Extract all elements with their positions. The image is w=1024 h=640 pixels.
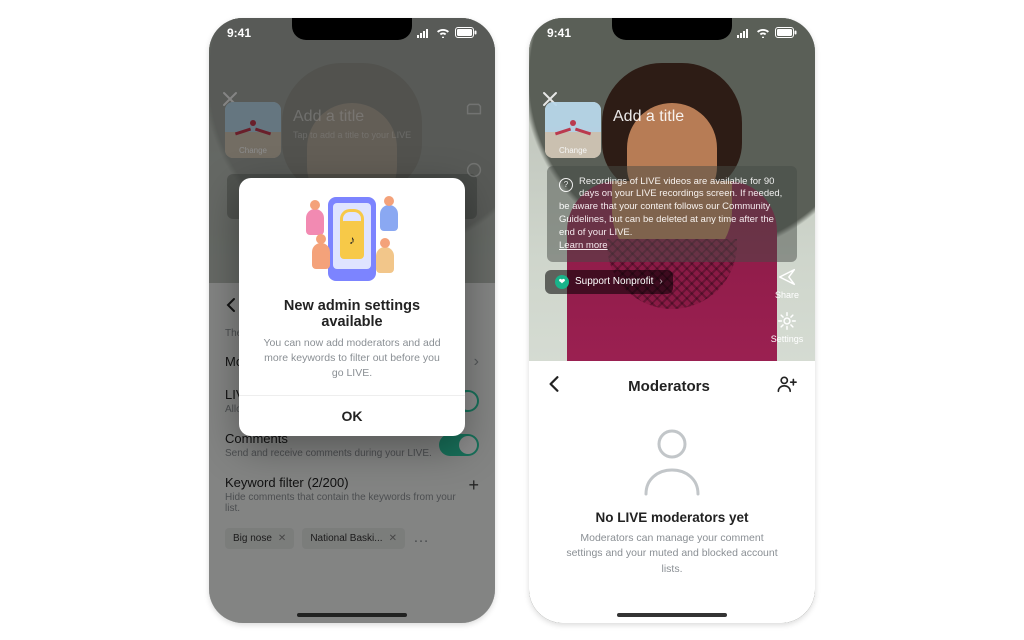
share-button[interactable]: Share <box>767 266 807 300</box>
learn-more-link[interactable]: Learn more <box>559 240 608 251</box>
phone-left: 9:41 Change Add a title Tap to add a tit… <box>209 18 495 623</box>
modal-title: New admin settings available <box>253 298 451 330</box>
empty-user-icon <box>640 424 704 496</box>
heart-icon: ❤ <box>555 275 569 289</box>
settings-button[interactable]: Settings <box>767 310 807 344</box>
live-title-input[interactable]: Add a title <box>613 108 684 126</box>
back-icon[interactable] <box>547 375 561 398</box>
support-nonprofit-pill[interactable]: ❤ Support Nonprofit › <box>545 270 673 294</box>
cover-thumbnail[interactable]: Change <box>545 102 601 158</box>
notch <box>612 18 732 40</box>
notch <box>292 18 412 40</box>
modal-illustration: ♪ <box>239 184 465 294</box>
moderators-sheet: Moderators No LIVE moderators yet Modera… <box>529 361 815 623</box>
add-moderator-icon[interactable] <box>777 375 797 398</box>
thumbnail-label: Change <box>545 146 601 155</box>
empty-body: Moderators can manage your comment setti… <box>562 531 782 578</box>
modal-ok-button[interactable]: OK <box>239 395 465 436</box>
phone-right: 9:41 Change Add a title ? Recordings of … <box>529 18 815 623</box>
empty-heading: No LIVE moderators yet <box>595 510 748 525</box>
info-icon: ? <box>559 178 573 192</box>
recording-info-banner[interactable]: ? Recordings of LIVE videos are availabl… <box>547 166 797 263</box>
home-indicator[interactable] <box>617 613 727 617</box>
home-indicator[interactable] <box>297 613 407 617</box>
admin-settings-modal: ♪ New admin settings available You can n… <box>239 178 465 437</box>
sheet-title: Moderators <box>561 378 777 395</box>
modal-body: You can now add moderators and add more … <box>259 336 445 382</box>
